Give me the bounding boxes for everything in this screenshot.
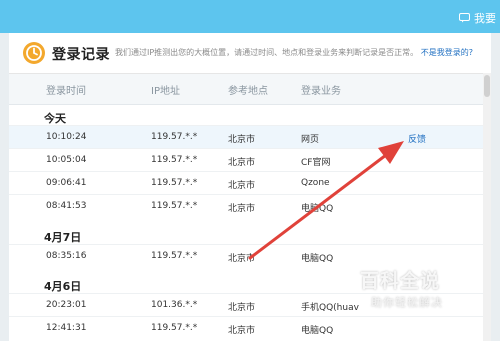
watermark: 百科全说 助你轻松解决 (360, 266, 443, 310)
watermark-title: 百科全说 (360, 270, 441, 292)
watermark-subtitle: 助你轻松解决 (371, 296, 443, 309)
